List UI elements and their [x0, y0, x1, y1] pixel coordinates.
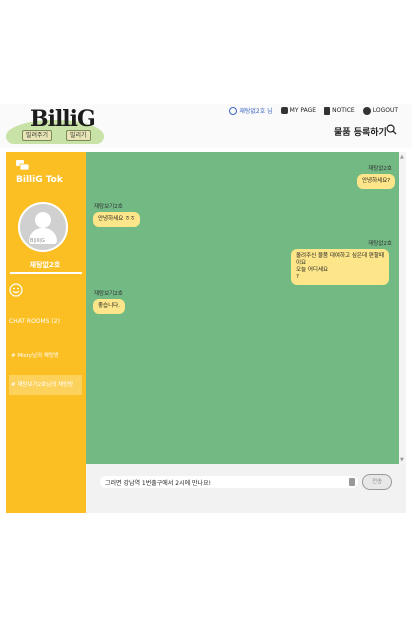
notice-label: NOTICE	[332, 107, 355, 114]
chat-room-item[interactable]: # Misty님의 채팅방	[9, 346, 82, 366]
emoji-icon[interactable]	[9, 283, 23, 297]
scroll-up-icon[interactable]: ▲	[400, 154, 404, 160]
message-bubble: 좋습니다.	[93, 299, 125, 314]
chat-messages-area	[86, 152, 400, 464]
smile-icon	[229, 106, 238, 115]
logout-icon	[362, 106, 371, 115]
notice-link[interactable]: NOTICE	[324, 106, 355, 115]
chat-brand-title: BilliG Tok	[16, 175, 63, 185]
lend-button[interactable]: 빌려주기	[22, 130, 53, 141]
document-icon	[324, 106, 331, 115]
person-icon	[280, 107, 288, 114]
attach-icon[interactable]	[349, 478, 355, 486]
top-nav: 재탕없2호 님 MY PAGE NOTICE LOGOUT	[229, 106, 398, 115]
search-icon[interactable]	[386, 124, 397, 135]
chat-rooms-title: CHAT ROOMS (2)	[9, 318, 60, 325]
mypage-label: MY PAGE	[289, 107, 317, 114]
message-bubble: 올려주신 물품 대여하고 싶은데 편할때이요 오늘 어디세요 ?	[291, 249, 389, 285]
avatar: B|ill|G	[18, 202, 68, 252]
username: 재탕없2호	[29, 261, 61, 269]
user-greeting[interactable]: 재탕없2호 님	[229, 106, 273, 115]
username-divider	[10, 272, 82, 274]
logout-link[interactable]: LOGOUT	[362, 106, 398, 115]
avatar-head	[35, 212, 51, 228]
chat-room-item-active[interactable]: # 재탕보기2호님의 채팅방	[9, 375, 82, 395]
chat-scrollbar[interactable]	[399, 152, 406, 464]
message-bubble: 안녕하세요 ㅎㅎ	[93, 212, 141, 227]
user-greeting-label: 재탕없2호 님	[239, 108, 273, 115]
message-sender: 재탕보기2호	[94, 291, 123, 297]
mypage-link[interactable]: MY PAGE	[280, 107, 317, 114]
borrow-button[interactable]: 빌리기	[66, 130, 91, 141]
logo-text: BilliG	[30, 106, 96, 132]
register-item-link[interactable]: 물품 등록하기	[334, 125, 387, 138]
avatar-tag: B|ill|G	[30, 238, 45, 244]
scroll-down-icon[interactable]: ▼	[400, 457, 404, 463]
site-logo[interactable]: BilliG 빌려주기 빌리기	[6, 106, 104, 144]
logout-label: LOGOUT	[372, 107, 398, 114]
message-sender: 재탕없2호	[368, 166, 392, 172]
message-input-area	[86, 464, 406, 513]
send-button[interactable]: 전송	[362, 474, 392, 490]
message-bubble: 안녕하세요?	[357, 174, 396, 189]
message-input[interactable]	[100, 476, 358, 488]
message-sender: 재탕없2호	[368, 241, 392, 247]
chat-bubbles-icon	[16, 160, 29, 171]
message-sender: 재탕보기2호	[94, 204, 123, 210]
